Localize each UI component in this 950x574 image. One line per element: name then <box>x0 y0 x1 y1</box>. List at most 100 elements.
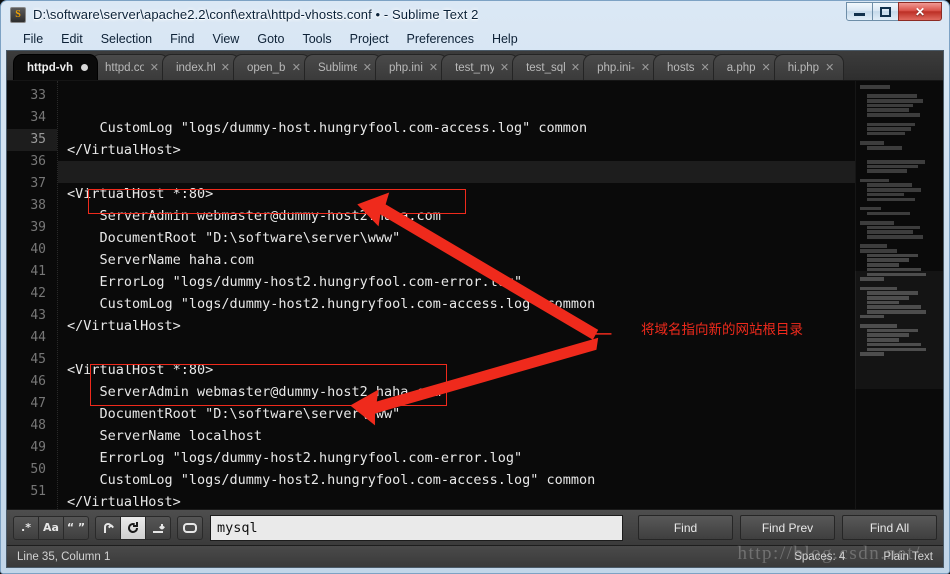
tab-label: open_br <box>246 61 286 74</box>
tab-label: hosts <box>667 61 695 74</box>
line-number: 39 <box>30 220 46 235</box>
tab-close-icon[interactable]: ✕ <box>571 61 580 74</box>
minimap-line <box>867 197 915 202</box>
line-number: 43 <box>30 308 46 323</box>
minimize-button[interactable] <box>846 2 873 21</box>
code-line[interactable]: DocumentRoot "D:\software\server\www" <box>58 403 855 425</box>
menu-item-find[interactable]: Find <box>161 30 203 48</box>
menu-item-preferences[interactable]: Preferences <box>398 30 483 48</box>
menu-item-view[interactable]: View <box>203 30 248 48</box>
editor-shell: httpd-vh httpd.co ✕ index.ht ✕ open_br ✕ Sublim… <box>6 50 944 568</box>
editor-area[interactable]: 33 34 35 36 37 38 39 40 41 42 43 44 45 46 47 48 49 50 51 C… <box>7 81 943 509</box>
code-line[interactable]: ServerName localhost <box>58 425 855 447</box>
code-line[interactable]: </VirtualHost> <box>58 315 855 337</box>
tab-hosts[interactable]: hosts ✕ <box>653 54 720 80</box>
code-line[interactable]: </VirtualHost> <box>58 491 855 509</box>
line-number: 45 <box>30 352 46 367</box>
code-line[interactable]: ServerAdmin webmaster@dummy-host2.haha.c… <box>58 381 855 403</box>
tab-a-php[interactable]: a.php ✕ <box>712 54 781 80</box>
code-line[interactable]: ServerAdmin webmaster@dummy-host2.haha.c… <box>58 205 855 227</box>
in-selection-icon[interactable] <box>95 515 121 540</box>
code-line[interactable]: ServerName haha.com <box>58 249 855 271</box>
window-title: D:\software\server\apache2.2\conf\extra\… <box>33 7 479 22</box>
tab-close-icon[interactable]: ✕ <box>363 61 372 74</box>
line-number: 42 <box>30 286 46 301</box>
menu-item-goto[interactable]: Goto <box>248 30 293 48</box>
menu-item-tools[interactable]: Tools <box>293 30 340 48</box>
sublime-text-window: S D:\software\server\apache2.2\conf\extr… <box>0 0 950 574</box>
restore-button[interactable] <box>872 2 899 21</box>
minimap-line <box>867 122 915 127</box>
find-all-button[interactable]: Find All <box>842 515 937 540</box>
find-option-group-1: .* Aa “ ” <box>13 515 89 540</box>
tab-close-icon[interactable]: ✕ <box>701 61 710 74</box>
tab-test-sql[interactable]: test_sql ✕ <box>512 54 591 80</box>
tab-close-icon[interactable]: ✕ <box>150 61 159 74</box>
minimap-line <box>867 188 922 192</box>
tab-label: hi.php <box>787 61 820 74</box>
menu-item-selection[interactable]: Selection <box>92 30 161 48</box>
code-line[interactable]: CustomLog "logs/dummy-host.hungryfool.co… <box>58 117 855 139</box>
tab-test-mys[interactable]: test_mys ✕ <box>441 54 520 80</box>
tab-open-br[interactable]: open_br ✕ <box>232 54 311 80</box>
line-number: 38 <box>30 198 46 213</box>
minimap-line <box>867 253 919 258</box>
preserve-case-icon[interactable] <box>177 515 203 540</box>
tab-close-icon[interactable]: ✕ <box>641 61 650 74</box>
tab-httpd-co[interactable]: httpd.co ✕ <box>90 54 169 80</box>
tab-close-icon[interactable]: ✕ <box>292 61 301 74</box>
highlight-icon[interactable] <box>145 515 171 540</box>
code-line[interactable]: ErrorLog "logs/dummy-host2.hungryfool.co… <box>58 447 855 469</box>
minimap-line <box>867 127 911 131</box>
minimap-line <box>867 235 923 239</box>
status-bar: Line 35, Column 1 http://blog.csdn.net/ … <box>7 543 943 567</box>
menu-item-project[interactable]: Project <box>341 30 398 48</box>
code-line[interactable]: <VirtualHost *:80> <box>58 183 855 205</box>
code-line[interactable] <box>58 337 855 359</box>
case-sensitive-toggle[interactable]: Aa <box>38 515 64 540</box>
close-button[interactable]: ✕ <box>898 2 942 21</box>
code-line[interactable]: DocumentRoot "D:\software\server\www" <box>58 227 855 249</box>
minimap-line <box>867 169 907 173</box>
minimap-line <box>860 206 881 211</box>
search-input[interactable] <box>210 514 623 541</box>
tab-label: Sublime <box>317 61 357 74</box>
code-line[interactable] <box>58 161 855 183</box>
minimap-line <box>867 160 925 164</box>
code-content[interactable]: CustomLog "logs/dummy-host.hungryfool.co… <box>57 81 855 509</box>
tab-php-ini-[interactable]: php.ini- ✕ <box>583 54 661 80</box>
menu-item-help[interactable]: Help <box>483 30 527 48</box>
code-line[interactable]: ErrorLog "logs/dummy-host2.hungryfool.co… <box>58 271 855 293</box>
tab-label: httpd-vh <box>27 61 73 74</box>
minimap-viewport[interactable] <box>855 271 943 389</box>
regex-toggle[interactable]: .* <box>13 515 39 540</box>
menu-item-edit[interactable]: Edit <box>52 30 92 48</box>
menu-item-file[interactable]: File <box>14 30 52 48</box>
tab-close-icon[interactable]: ✕ <box>825 61 834 74</box>
tab-bar[interactable]: httpd-vh httpd.co ✕ index.ht ✕ open_br ✕ Sublim… <box>7 51 943 81</box>
line-number: 41 <box>30 264 46 279</box>
code-line[interactable]: </VirtualHost> <box>58 139 855 161</box>
tab-close-icon[interactable]: ✕ <box>500 61 509 74</box>
status-bar-right: Spaces: 4 Plain Text <box>756 551 933 563</box>
find-prev-button[interactable]: Find Prev <box>740 515 835 540</box>
sublime-text-icon: S <box>10 6 26 23</box>
minimap-line <box>860 85 891 89</box>
tab-close-icon[interactable]: ✕ <box>762 61 771 74</box>
syntax-setting[interactable]: Plain Text <box>883 551 933 563</box>
indentation-setting[interactable]: Spaces: 4 <box>794 551 845 563</box>
tab-close-icon[interactable]: ✕ <box>221 61 230 74</box>
code-line[interactable]: CustomLog "logs/dummy-host2.hungryfool.c… <box>58 293 855 315</box>
whole-word-toggle[interactable]: “ ” <box>63 515 89 540</box>
tab-sublime[interactable]: Sublime ✕ <box>303 54 382 80</box>
code-line[interactable]: CustomLog "logs/dummy-host2.hungryfool.c… <box>58 469 855 491</box>
tab-close-icon[interactable]: ✕ <box>429 61 438 74</box>
find-button[interactable]: Find <box>638 515 733 540</box>
tab-hi-php[interactable]: hi.php ✕ <box>773 54 845 80</box>
tab-index-ht[interactable]: index.ht ✕ <box>161 54 240 80</box>
wrap-icon[interactable] <box>120 515 146 540</box>
tab-dirty-dot-icon <box>80 64 88 71</box>
tab-httpd-vh[interactable]: httpd-vh <box>13 54 98 80</box>
tab-php-ini[interactable]: php.ini ✕ <box>374 54 449 80</box>
code-line[interactable]: <VirtualHost *:80> <box>58 359 855 381</box>
